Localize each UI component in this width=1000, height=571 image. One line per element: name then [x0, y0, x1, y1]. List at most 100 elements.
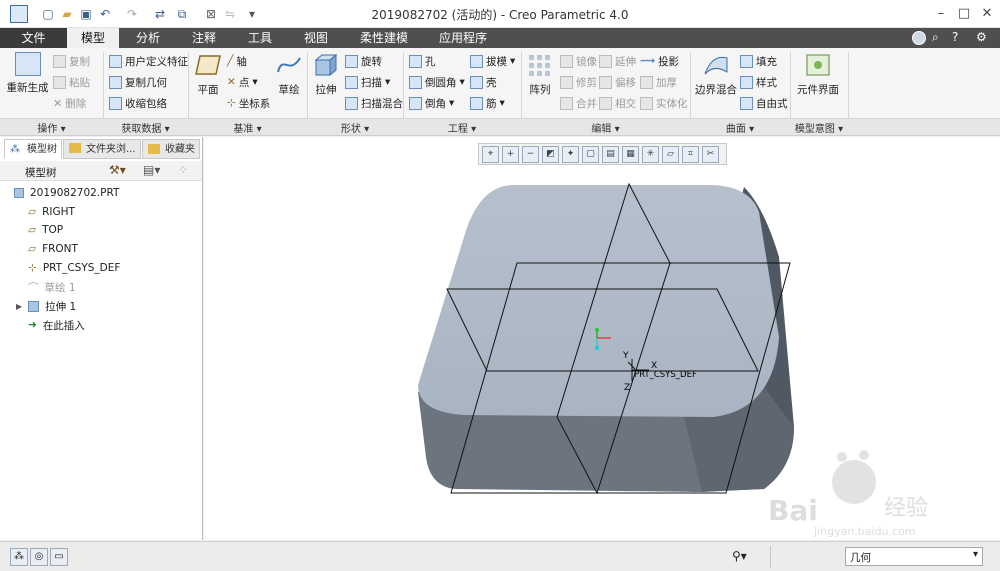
- solidify-button[interactable]: 实体化: [640, 94, 688, 112]
- plane-button[interactable]: 平面: [192, 52, 224, 97]
- extrude-button[interactable]: 拉伸: [310, 52, 342, 97]
- spin-display-icon[interactable]: ✂: [702, 145, 719, 163]
- tab-file[interactable]: 文件: [0, 28, 67, 48]
- annotation-display-icon[interactable]: ⌗: [682, 145, 699, 163]
- watermark: Bai 经验 jingyan.baidu.com: [768, 450, 928, 538]
- thicken-button[interactable]: 加厚: [640, 73, 677, 91]
- close-button[interactable]: ✕: [976, 4, 998, 24]
- help-icon[interactable]: ?: [952, 30, 958, 44]
- model-view[interactable]: Y X Z PRT_CSYS_DEF Bai 经验 jingyan.baidu.…: [204, 137, 1000, 540]
- title-bar: ▢ ▰ ▣ ↶ ↷ ⇄ ⧉ ⊠ ⇋ ▾ 2019082702 (活动的) - C…: [0, 0, 1000, 28]
- spin-center-icon[interactable]: ✦: [562, 145, 579, 163]
- pattern-button[interactable]: 阵列: [524, 52, 556, 97]
- datum-display-icon[interactable]: ✳: [642, 145, 659, 163]
- binoculars-icon[interactable]: ⚲▾: [732, 549, 747, 563]
- refit-icon[interactable]: ⌖: [482, 145, 499, 163]
- group-label-engineering[interactable]: 工程 ▾: [403, 120, 521, 135]
- expand-arrow-icon[interactable]: ▶: [16, 302, 22, 311]
- swept-blend-button[interactable]: 扫描混合: [345, 94, 403, 112]
- round-button[interactable]: 倒圆角 ▾: [409, 73, 465, 91]
- full-screen-icon[interactable]: ▭: [50, 548, 68, 566]
- style-button[interactable]: 样式: [740, 73, 777, 91]
- extrude-icon: [314, 53, 338, 77]
- group-label-datum[interactable]: 基准 ▾: [188, 120, 307, 135]
- shrinkwrap-button[interactable]: 收缩包络: [109, 94, 167, 112]
- group-label-operations[interactable]: 操作 ▾: [0, 120, 103, 135]
- search-icon[interactable]: ⌕: [932, 30, 939, 45]
- regenerate-button[interactable]: 重新生成: [5, 52, 50, 95]
- tree-item-part[interactable]: 2019082702.PRT: [14, 184, 119, 202]
- group-label-model-intent[interactable]: 模型意图 ▾: [790, 120, 848, 135]
- group-label-editing[interactable]: 编辑 ▾: [521, 120, 690, 135]
- project-button[interactable]: ⟿ 投影: [640, 52, 679, 70]
- rib-button[interactable]: 筋 ▾: [470, 94, 505, 112]
- tree-item-extrude[interactable]: ▶ 拉伸 1: [16, 297, 76, 315]
- group-label-surfaces[interactable]: 曲面 ▾: [690, 120, 790, 135]
- sweep-button[interactable]: 扫描 ▾: [345, 73, 390, 91]
- copy-geometry-icon: [109, 75, 122, 89]
- graphics-window[interactable]: Y X Z PRT_CSYS_DEF Bai 经验 jingyan.baidu.…: [204, 137, 1000, 540]
- tree-item-front[interactable]: ▱ FRONT: [28, 240, 78, 258]
- copy-button[interactable]: 复制: [53, 52, 90, 70]
- tools-icon[interactable]: ⚒▾: [109, 163, 126, 177]
- extend-button[interactable]: 延伸: [599, 52, 636, 70]
- group-label-shapes[interactable]: 形状 ▾: [307, 120, 403, 135]
- tab-applications[interactable]: 应用程序: [428, 28, 498, 48]
- group-label-get-data[interactable]: 获取数据 ▾: [103, 120, 188, 135]
- settings-gear-icon[interactable]: ⚙: [976, 30, 987, 44]
- sketch-button[interactable]: 草绘: [273, 52, 305, 97]
- zoom-in-icon[interactable]: +: [502, 145, 519, 163]
- filter-icon[interactable]: ⁘: [178, 163, 188, 177]
- display-style-icon[interactable]: ▢: [582, 145, 599, 163]
- repaint-icon[interactable]: ◩: [542, 145, 559, 163]
- axis-button[interactable]: ╱ 轴: [227, 52, 247, 70]
- trim-button[interactable]: 修剪: [560, 73, 597, 91]
- sketch-icon: ⌒: [28, 281, 39, 294]
- tree-item-insert-here[interactable]: ➜ 在此插入: [28, 316, 85, 334]
- show-navigator-icon[interactable]: ⁂: [10, 548, 28, 566]
- minimize-button[interactable]: –: [930, 4, 952, 24]
- copy-icon: [53, 54, 66, 68]
- paste-button[interactable]: 粘贴: [53, 73, 90, 91]
- offset-button[interactable]: 偏移: [599, 73, 636, 91]
- tab-view[interactable]: 视图: [290, 28, 342, 48]
- zoom-out-icon[interactable]: −: [522, 145, 539, 163]
- tree-item-csys[interactable]: ⊹ PRT_CSYS_DEF: [28, 259, 120, 277]
- tab-tools[interactable]: 工具: [234, 28, 286, 48]
- offset-icon: [599, 75, 612, 89]
- freestyle-button[interactable]: 自由式: [740, 94, 788, 112]
- saved-orientations-icon[interactable]: ▤: [602, 145, 619, 163]
- user-icon[interactable]: [912, 31, 926, 45]
- merge-button[interactable]: 合并: [560, 94, 597, 112]
- intersect-button[interactable]: 相交: [599, 94, 636, 112]
- csys-button[interactable]: ⊹ 坐标系: [227, 94, 270, 112]
- maximize-button[interactable]: □: [953, 4, 975, 24]
- hole-button[interactable]: 孔: [409, 52, 436, 70]
- datum-plane-icon: ▱: [28, 224, 37, 236]
- merge-icon: [560, 96, 573, 110]
- boundary-blend-button[interactable]: 边界混合: [694, 52, 738, 97]
- mirror-button[interactable]: 镜像: [560, 52, 597, 70]
- copy-geometry-button[interactable]: 复制几何: [109, 73, 167, 91]
- udf-button[interactable]: 用户定义特征: [109, 52, 188, 70]
- chamfer-button[interactable]: 倒角 ▾: [409, 94, 454, 112]
- delete-button[interactable]: ✕ 删除: [53, 94, 86, 112]
- plane-display-icon[interactable]: ▱: [662, 145, 679, 163]
- tree-item-top[interactable]: ▱ TOP: [28, 221, 63, 239]
- tab-model[interactable]: 模型: [67, 28, 119, 48]
- tab-analysis[interactable]: 分析: [122, 28, 174, 48]
- tab-annotate[interactable]: 注释: [178, 28, 230, 48]
- component-interface-button[interactable]: 元件界面: [796, 52, 840, 97]
- show-browser-icon[interactable]: ◎: [30, 548, 48, 566]
- draft-button[interactable]: 拔模 ▾: [470, 52, 515, 70]
- view-manager-icon[interactable]: ▦: [622, 145, 639, 163]
- tree-item-right[interactable]: ▱ RIGHT: [28, 203, 75, 221]
- fill-button[interactable]: 填充: [740, 52, 777, 70]
- revolve-button[interactable]: 旋转: [345, 52, 382, 70]
- tab-flexible-modeling[interactable]: 柔性建模: [345, 28, 423, 48]
- selection-filter-dropdown[interactable]: 几何 ▾: [845, 547, 983, 566]
- point-button[interactable]: ✕ 点 ▾: [227, 73, 258, 91]
- shell-button[interactable]: 壳: [470, 73, 497, 91]
- tree-item-sketch[interactable]: ⌒ 草绘 1: [28, 278, 76, 296]
- settings-icon[interactable]: ▤▾: [143, 163, 160, 177]
